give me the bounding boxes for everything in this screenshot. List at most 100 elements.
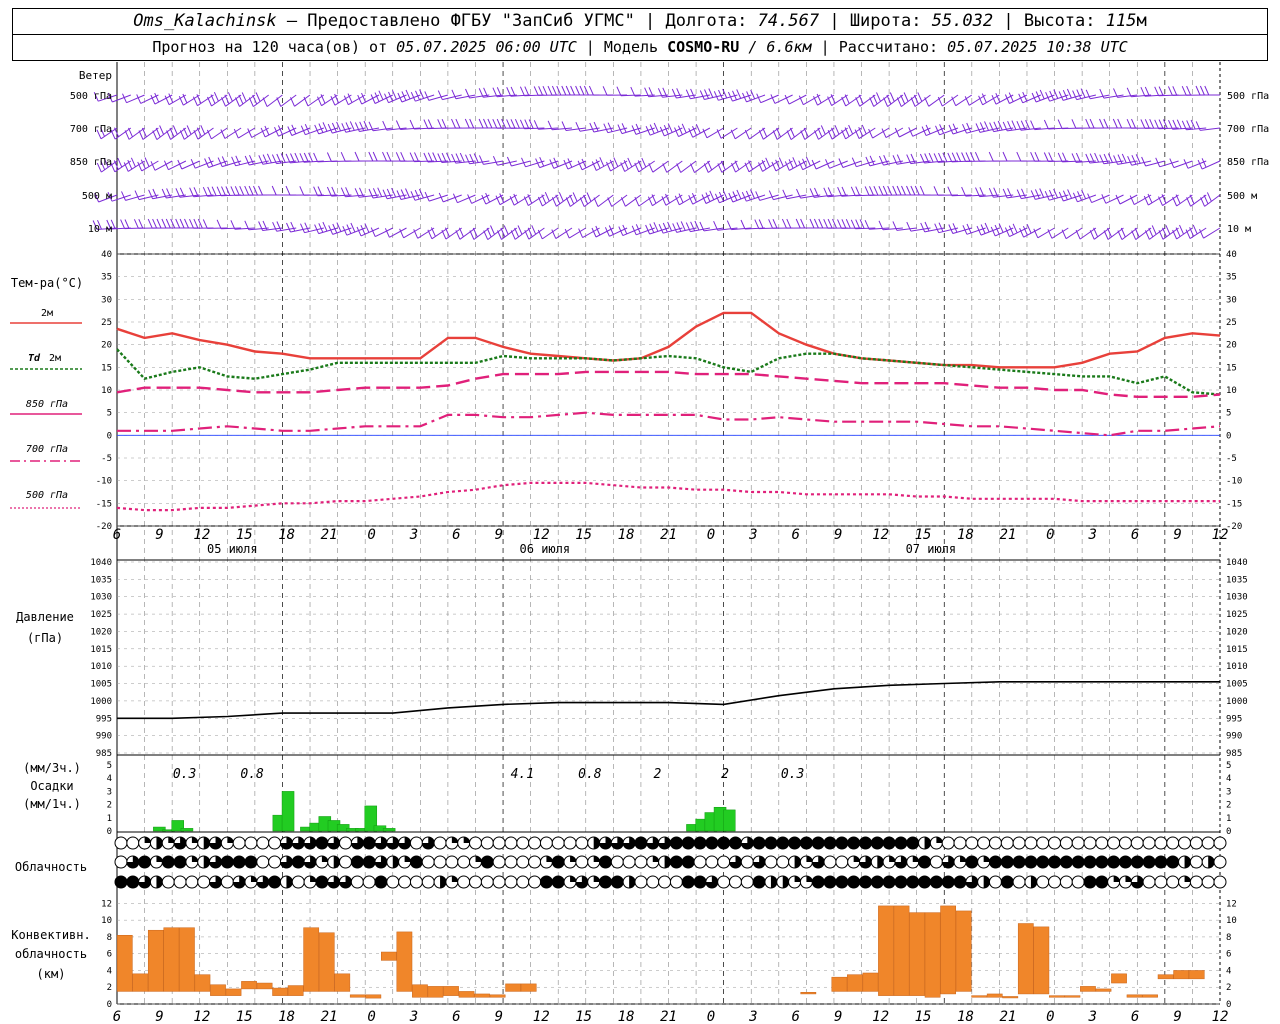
temp-tick-label-right: -5 (1226, 454, 1237, 464)
temp-tick-label: -15 (96, 499, 112, 509)
cloud-circle (811, 836, 825, 850)
cloud-symbol (599, 855, 613, 869)
cloud-symbol (528, 836, 542, 850)
conv-bar (458, 991, 475, 998)
cloud-symbol (1178, 875, 1192, 889)
cloud-symbol (669, 875, 683, 889)
hour-tick-label: 12 (193, 527, 210, 543)
wind-level-700hpa-right: 700 гПа (1227, 124, 1269, 135)
wind-barb (1087, 193, 1110, 204)
cloud-symbol (1048, 855, 1062, 869)
cloud-circle (941, 875, 955, 889)
cloud-symbol (847, 875, 861, 889)
cloud-symbol (374, 855, 388, 869)
cloud-circle (669, 855, 683, 869)
conv-bar (194, 974, 211, 992)
wind-barb (1072, 189, 1097, 203)
cloud-circle (1154, 875, 1168, 889)
cloud-symbol (882, 875, 896, 889)
cloud-symbol (362, 855, 376, 869)
cloud-symbol (799, 875, 813, 889)
temp-tick-label-right: 0 (1226, 431, 1231, 441)
temp-tick-label: 5 (107, 409, 112, 419)
cloud-symbol (835, 855, 849, 869)
conv-tick-label-right: 12 (1226, 899, 1237, 909)
cloud-circle (1048, 836, 1062, 850)
cloud-symbol (1166, 836, 1180, 850)
conv-bar (893, 905, 910, 996)
conv-title-1: Конвективн. (11, 928, 90, 942)
cloud-symbol (315, 875, 329, 889)
cloud-circle (953, 836, 967, 850)
cloud-symbol (965, 855, 979, 869)
wind-barb (136, 94, 159, 104)
pressure-panel: 1040 1040 1035 1035 1030 1030 1025 1025 1020 1020… (90, 558, 1247, 759)
precip-tick-label-right: 1 (1226, 814, 1231, 824)
cloud-quarter-fill (983, 856, 990, 862)
cloud-symbol (776, 875, 790, 889)
cloud-symbol (445, 875, 459, 889)
cloud-circle (480, 855, 494, 869)
temp-tick-label-right: -10 (1226, 477, 1242, 487)
cloud-symbol (197, 855, 211, 869)
cloud-symbol (563, 836, 577, 850)
cloud-symbol (480, 875, 494, 889)
cloud-symbol (398, 855, 412, 869)
cloud-symbol (977, 875, 991, 889)
cloud-symbol (882, 836, 896, 850)
cloud-circle (315, 836, 329, 850)
cloud-symbol (386, 855, 400, 869)
cloud-symbol (1024, 836, 1038, 850)
cloud-circle (1012, 836, 1026, 850)
temp-tick-label: 25 (101, 318, 112, 328)
hour-tick-label: 3 (1088, 527, 1097, 543)
cloud-circle (1000, 875, 1014, 889)
cloud-symbol (610, 875, 624, 889)
wind-barb (342, 222, 366, 236)
precip-total-label: 0.3 (173, 767, 196, 782)
hour-tick-label: 21 (660, 527, 677, 543)
cloud-symbol (1012, 875, 1026, 889)
conv-tick-label-right: 8 (1226, 933, 1231, 943)
pressure-tick-label-right: 1015 (1226, 645, 1248, 655)
conv-bar (1157, 974, 1174, 980)
conv-bar (334, 973, 351, 992)
conv-tick-label: 6 (107, 950, 112, 960)
conv-tick-label: 4 (107, 966, 112, 976)
cloud-symbol (1000, 875, 1014, 889)
cloud-symbol (327, 855, 341, 869)
cloud-circle (669, 875, 683, 889)
legend-500-label: 500 гПа (26, 490, 68, 501)
cloud-symbol (1083, 855, 1097, 869)
cloud-circle (634, 855, 648, 869)
cloud-symbol (1083, 836, 1097, 850)
cloud-symbol (220, 836, 234, 850)
cloud-quarter-fill (546, 856, 553, 862)
wind-barb (961, 152, 986, 162)
hour-tick-label: 6 (113, 527, 121, 543)
cloud-circle (965, 836, 979, 850)
cloud-symbol (575, 855, 589, 869)
cloud-symbol (362, 836, 376, 850)
cloud-circle (823, 855, 837, 869)
cloud-symbol (799, 855, 813, 869)
cloud-symbol (1024, 855, 1038, 869)
cloud-symbol (776, 855, 790, 869)
cloud-half-fill (286, 876, 293, 888)
cloud-quarter-fill (227, 837, 234, 843)
cloud-symbol (988, 855, 1002, 869)
cloud-circle (717, 836, 731, 850)
cloud-circle (492, 875, 506, 889)
cloud-symbol (551, 855, 565, 869)
temp-tick-label-right: 35 (1226, 273, 1237, 283)
cloud-circle (268, 836, 282, 850)
pressure-tick-label-right: 1025 (1226, 610, 1248, 620)
cloud-circle (244, 836, 258, 850)
cloud-symbol (528, 875, 542, 889)
cloud-symbol (256, 875, 270, 889)
wind-barb (382, 120, 407, 131)
wind-barb (328, 222, 352, 235)
cloud-symbol (1142, 855, 1156, 869)
cloud-symbol (1142, 875, 1156, 889)
wind-barb (645, 122, 669, 136)
